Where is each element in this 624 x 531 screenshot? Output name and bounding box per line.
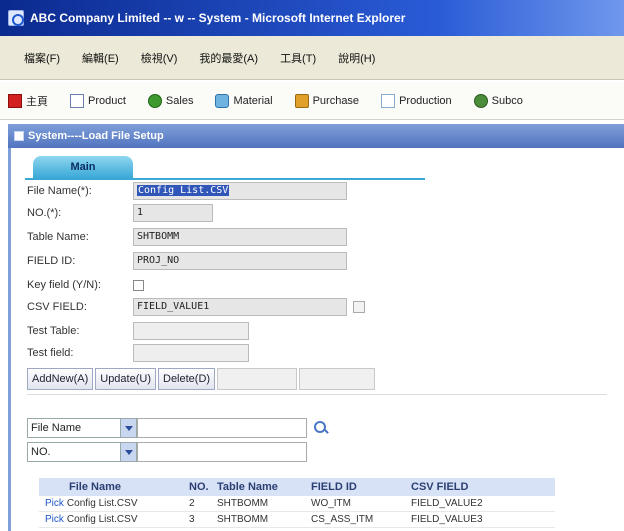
table-name-label: Table Name:: [27, 231, 89, 243]
form-title-bar: System----Load File Setup: [8, 124, 624, 148]
test-table-label: Test Table:: [27, 325, 80, 337]
table-header: File Name NO. Table Name FIELD ID CSV FI…: [39, 478, 555, 496]
divider: [27, 394, 607, 395]
column-field-id: FIELD ID: [311, 481, 357, 493]
module-sales[interactable]: Sales: [147, 93, 193, 108]
table-row: Pick Config List.CSV 3 SHTBOMM CS_ASS_ITM…: [39, 512, 555, 528]
document-icon: [70, 93, 84, 108]
action-buttons: AddNew(A) Update(U) Delete(D): [27, 368, 377, 392]
addnew-button[interactable]: AddNew(A): [27, 368, 94, 390]
filter-select-2[interactable]: NO.: [27, 442, 137, 462]
chevron-down-icon: [120, 443, 136, 461]
column-table-name: Table Name: [217, 481, 278, 493]
menu-view[interactable]: 檢視(V): [141, 50, 178, 66]
delete-button[interactable]: Delete(D): [158, 368, 216, 390]
filter-input-1[interactable]: [137, 418, 307, 438]
update-button[interactable]: Update(U): [95, 368, 156, 390]
file-name-field[interactable]: Config List.CSV: [133, 182, 347, 200]
search-filter-row-2: NO.: [27, 442, 307, 462]
key-field-label: Key field (Y/N):: [27, 279, 101, 291]
home-icon: [8, 93, 22, 108]
window-icon: [14, 131, 24, 141]
key-field-checkbox[interactable]: [133, 279, 144, 291]
pick-link[interactable]: Pick: [45, 498, 64, 509]
test-table-row: Test Table:: [27, 322, 249, 340]
menu-bar: 檔案(F) 編輯(E) 檢視(V) 我的最愛(A) 工具(T) 說明(H): [0, 36, 624, 80]
material-icon: [215, 93, 230, 108]
test-field-row: Test field:: [27, 344, 249, 362]
test-table-field[interactable]: [133, 322, 249, 340]
field-id-field[interactable]: PROJ_NO: [133, 252, 347, 270]
subcon-icon: [473, 93, 488, 108]
pick-link[interactable]: Pick: [45, 514, 64, 525]
field-id-row: FIELD ID: PROJ_NO: [27, 252, 347, 270]
key-field-row: Key field (Y/N):: [27, 276, 144, 294]
menu-help[interactable]: 說明(H): [338, 50, 375, 66]
form-panel: Main File Name(*): Config List.CSV NO.(*…: [11, 148, 624, 531]
module-production[interactable]: Production: [381, 93, 452, 108]
field-id-label: FIELD ID:: [27, 255, 76, 267]
menu-edit[interactable]: 編輯(E): [82, 50, 119, 66]
module-home[interactable]: 主頁: [8, 93, 48, 109]
column-csv-field: CSV FIELD: [411, 481, 469, 493]
results-table: File Name NO. Table Name FIELD ID CSV FI…: [39, 478, 555, 528]
table-name-row: Table Name: SHTBOMM: [27, 228, 347, 246]
module-toolbar: 主頁 Product Sales Material Purchase Produ…: [0, 82, 624, 120]
form-title: System----Load File Setup: [28, 130, 164, 142]
module-material[interactable]: Material: [215, 93, 273, 108]
csv-field-row: CSV FIELD: FIELD_VALUE1: [27, 298, 365, 316]
csv-field-lookup-icon[interactable]: [353, 301, 365, 313]
file-name-label: File Name(*):: [27, 185, 92, 197]
sales-icon: [147, 93, 162, 108]
purchase-icon: [294, 93, 309, 108]
filter-input-2[interactable]: [137, 442, 307, 462]
file-name-row: File Name(*): Config List.CSV: [27, 182, 347, 200]
disabled-button-1: [217, 368, 298, 390]
csv-field-field[interactable]: FIELD_VALUE1: [133, 298, 347, 316]
window-title: ABC Company Limited -- w -- System - Mic…: [30, 11, 406, 25]
table-name-field[interactable]: SHTBOMM: [133, 228, 347, 246]
tab-underline: [25, 178, 425, 180]
disabled-button-2: [299, 368, 376, 390]
menu-tools[interactable]: 工具(T): [280, 50, 316, 66]
test-field-field[interactable]: [133, 344, 249, 362]
search-filter-row-1: File Name: [27, 418, 329, 438]
chevron-down-icon: [120, 419, 136, 437]
test-field-label: Test field:: [27, 347, 74, 359]
search-icon[interactable]: [313, 420, 329, 436]
filter-select-1[interactable]: File Name: [27, 418, 137, 438]
no-row: NO.(*): 1: [27, 204, 213, 222]
table-row: Pick Config List.CSV 2 SHTBOMM WO_ITM FIE…: [39, 496, 555, 512]
no-field[interactable]: 1: [133, 204, 213, 222]
no-label: NO.(*):: [27, 207, 62, 219]
column-file-name: File Name: [69, 481, 121, 493]
column-no: NO.: [189, 481, 209, 493]
window-title-bar: ABC Company Limited -- w -- System - Mic…: [0, 0, 624, 36]
module-subcon[interactable]: Subco: [473, 93, 523, 108]
menu-file[interactable]: 檔案(F): [24, 50, 60, 66]
menu-favorites[interactable]: 我的最愛(A): [199, 50, 258, 66]
module-product[interactable]: Product: [70, 93, 126, 108]
internet-explorer-icon: [8, 10, 24, 26]
module-purchase[interactable]: Purchase: [294, 93, 359, 108]
production-icon: [381, 93, 396, 108]
tab-main[interactable]: Main: [33, 156, 133, 178]
csv-field-label: CSV FIELD:: [27, 301, 87, 313]
